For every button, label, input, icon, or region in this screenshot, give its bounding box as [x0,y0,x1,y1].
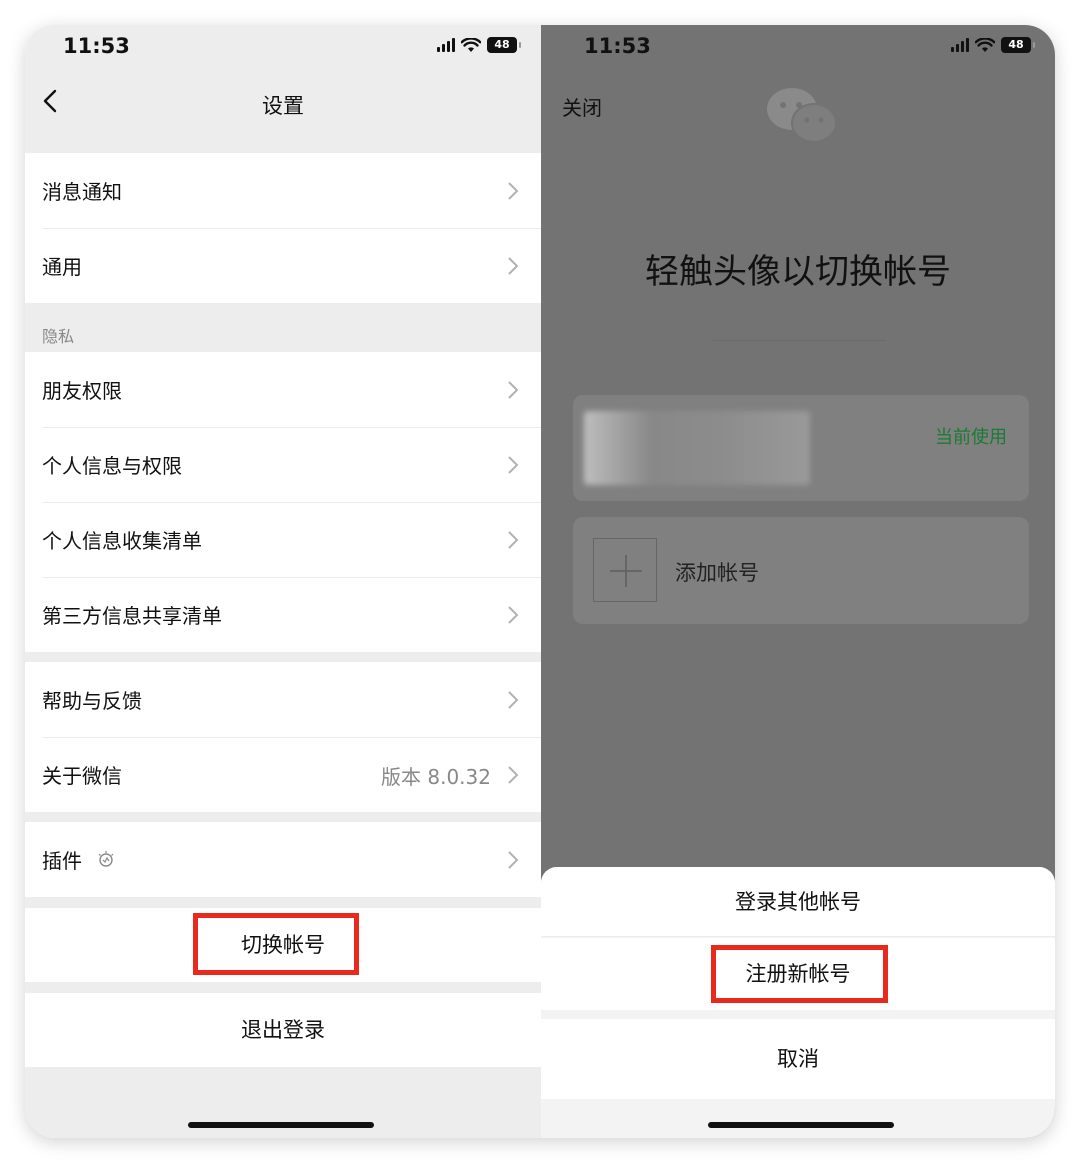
cancel-label: 取消 [777,1047,819,1071]
settings-item-notifications[interactable]: 消息通知 [25,153,541,228]
status-icons: 48 [437,37,521,53]
highlight-box-switch-account [193,913,359,975]
current-account-tag: 当前使用 [935,427,1007,448]
settings-group-notifications: 消息通知 通用 [25,153,541,303]
chevron-right-icon [508,691,519,709]
wifi-icon [461,37,481,52]
home-indicator [708,1122,894,1128]
close-button[interactable]: 关闭 [562,92,602,121]
chevron-right-icon [508,257,519,275]
settings-item-label: 关于微信 [42,764,122,788]
settings-item-label: 帮助与反馈 [42,689,142,713]
add-account-label: 添加帐号 [675,561,759,585]
logout-button[interactable]: 退出登录 [25,993,541,1067]
battery-icon: 48 [487,37,521,53]
status-bar: 11:53 48 [541,25,1055,69]
settings-group-plugins: 插件 [25,822,541,897]
divider [713,340,886,341]
settings-item-third-party-sharing-list[interactable]: 第三方信息共享清单 [25,577,541,652]
settings-group-privacy: 朋友权限 个人信息与权限 个人信息收集清单 第三方信息共享清单 [25,352,541,652]
settings-item-label: 插件 [42,849,82,873]
status-time: 11:53 [63,34,130,58]
blurred-avatar [584,411,810,485]
chevron-right-icon [508,851,519,869]
chevron-right-icon [508,606,519,624]
settings-item-general[interactable]: 通用 [25,228,541,303]
status-bar: 11:53 48 [25,25,541,69]
plus-icon [593,538,657,602]
settings-item-label: 第三方信息共享清单 [42,604,222,628]
status-icons: 48 [951,37,1035,53]
settings-item-label: 消息通知 [42,180,122,204]
settings-item-label: 通用 [42,255,82,279]
privacy-section-label: 隐私 [42,327,75,346]
settings-group-help: 帮助与反馈 关于微信 版本 8.0.32 [25,662,541,812]
settings-item-label: 朋友权限 [42,379,122,403]
lightbulb-icon [98,850,114,867]
chevron-right-icon [508,766,519,784]
chevron-right-icon [508,182,519,200]
cancel-button[interactable]: 取消 [541,1019,1055,1099]
logout-label: 退出登录 [241,1018,325,1042]
version-value: 版本 8.0.32 [381,765,491,789]
settings-item-plugins[interactable]: 插件 [25,822,541,897]
nav-bar: 设置 [25,69,541,135]
chevron-right-icon [508,531,519,549]
signal-icon [951,38,969,52]
signal-icon [437,38,455,52]
status-time: 11:53 [584,34,651,58]
add-account-card[interactable]: 添加帐号 [573,517,1029,624]
settings-item-personal-info-permissions[interactable]: 个人信息与权限 [25,427,541,502]
login-other-account-label: 登录其他帐号 [735,890,861,914]
switch-account-title: 轻触头像以切换帐号 [645,252,951,292]
battery-icon: 48 [1001,37,1035,53]
settings-item-friend-permissions[interactable]: 朋友权限 [25,352,541,427]
settings-item-help-feedback[interactable]: 帮助与反馈 [25,662,541,737]
page-title: 设置 [262,94,304,118]
screenshot-frame: 11:53 48 设置 消息通知 通用 隐私 朋友权限 个人信息与权限 个人信息… [25,25,1055,1138]
highlight-box-register-new-account [711,945,888,1003]
settings-item-label: 个人信息收集清单 [42,529,202,553]
login-other-account-button[interactable]: 登录其他帐号 [541,867,1055,937]
switch-account-screen: 11:53 48 关闭 轻触头像以切换帐号 当前使用 添加帐号 登录其他帐号 注… [541,25,1055,1138]
chevron-right-icon [508,456,519,474]
settings-screen: 11:53 48 设置 消息通知 通用 隐私 朋友权限 个人信息与权限 个人信息… [25,25,541,1138]
settings-item-about-wechat[interactable]: 关于微信 版本 8.0.32 [25,737,541,812]
chevron-right-icon [508,381,519,399]
wifi-icon [975,37,995,52]
settings-item-info-collection-list[interactable]: 个人信息收集清单 [25,502,541,577]
wechat-logo-icon [767,88,837,143]
current-account-card[interactable]: 当前使用 [573,395,1029,501]
home-indicator [188,1122,374,1128]
settings-item-label: 个人信息与权限 [42,454,182,478]
